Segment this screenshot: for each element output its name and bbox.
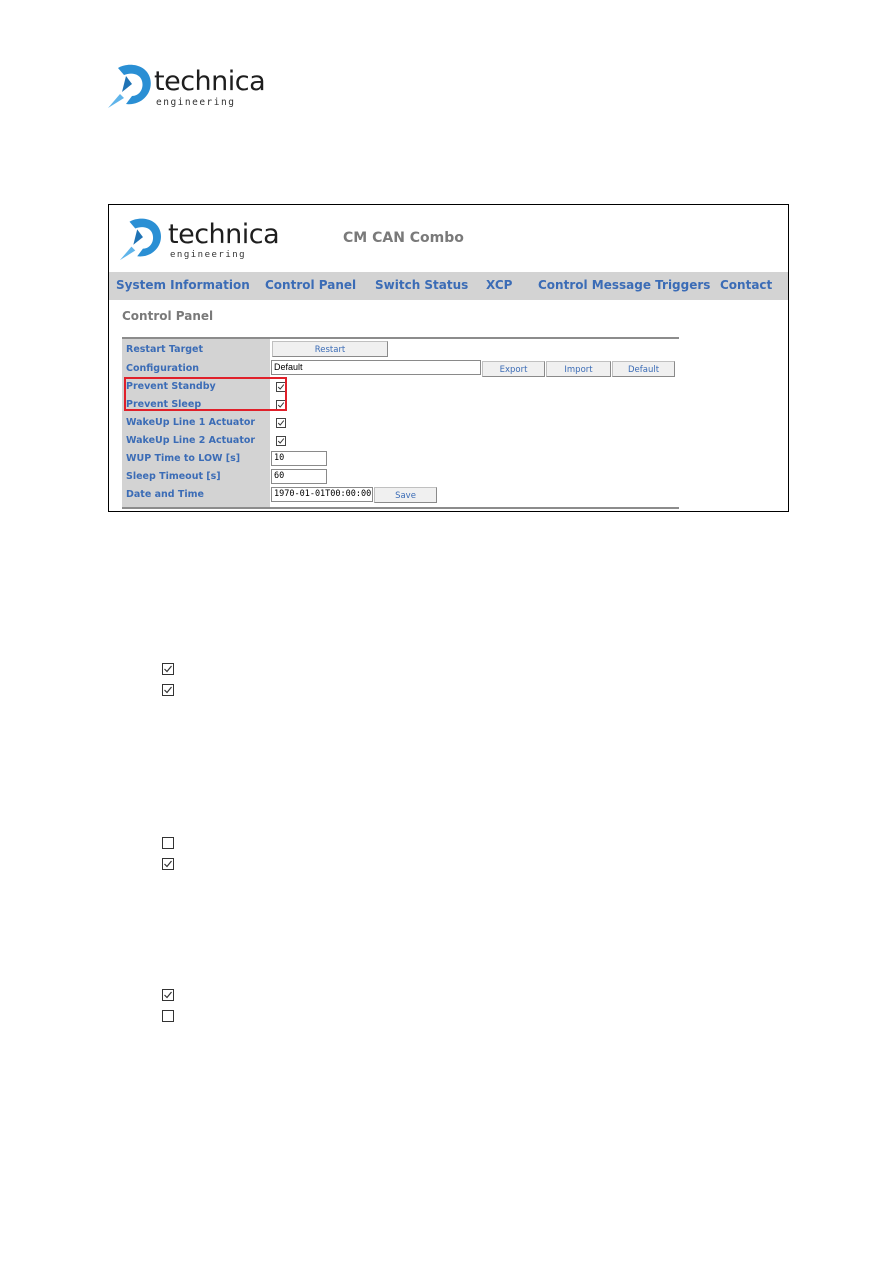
- import-button[interactable]: Import: [546, 361, 611, 377]
- label-wakeup-line-2: WakeUp Line 2 Actuator: [126, 435, 256, 446]
- label-restart-target: Restart Target: [126, 344, 204, 355]
- technica-logo-icon: [108, 64, 151, 108]
- label-prevent-sleep: Prevent Sleep: [126, 399, 202, 410]
- configuration-input[interactable]: Default: [271, 360, 481, 375]
- doc-checkbox[interactable]: [162, 684, 174, 696]
- checkmark-icon: [277, 402, 285, 408]
- app-title: CM CAN Combo: [343, 230, 464, 246]
- label-prevent-standby: Prevent Standby: [126, 381, 216, 392]
- nav-contact[interactable]: Contact: [720, 278, 772, 292]
- logo-wordmark: technica: [168, 219, 280, 250]
- checkmark-icon: [277, 438, 285, 444]
- logo-subtitle: engineering: [156, 97, 236, 108]
- logo-subtitle: engineering: [170, 250, 247, 260]
- label-wakeup-line-1: WakeUp Line 1 Actuator: [126, 417, 256, 428]
- export-button[interactable]: Export: [482, 361, 545, 377]
- label-date-time: Date and Time: [126, 489, 204, 500]
- technica-logo-icon: [119, 218, 161, 261]
- page-logo: technica engineering: [106, 62, 266, 112]
- wakeup-line-1-checkbox[interactable]: [276, 418, 286, 428]
- label-sleep-timeout: Sleep Timeout [s]: [126, 471, 221, 482]
- nav-switch-status[interactable]: Switch Status: [375, 278, 468, 292]
- save-button[interactable]: Save: [374, 487, 437, 503]
- nav-control-panel[interactable]: Control Panel: [265, 278, 356, 292]
- doc-checkbox[interactable]: [162, 858, 174, 870]
- restart-button[interactable]: Restart: [272, 341, 388, 357]
- default-button[interactable]: Default: [612, 361, 675, 377]
- wakeup-line-2-checkbox[interactable]: [276, 436, 286, 446]
- nav-system-information[interactable]: System Information: [116, 278, 250, 292]
- prevent-standby-checkbox[interactable]: [276, 382, 286, 392]
- doc-checkbox[interactable]: [162, 989, 174, 1001]
- doc-checkbox[interactable]: [162, 663, 174, 675]
- control-panel-table: Restart Target Restart Configuration Def…: [122, 337, 679, 509]
- checkmark-icon: [164, 665, 172, 673]
- checkmark-icon: [277, 420, 285, 426]
- prevent-sleep-checkbox[interactable]: [276, 400, 286, 410]
- main-nav: System Information Control Panel Switch …: [109, 272, 788, 300]
- sleep-timeout-input[interactable]: 60: [271, 469, 327, 484]
- nav-xcp[interactable]: XCP: [486, 278, 512, 292]
- wup-time-input[interactable]: 10: [271, 451, 327, 466]
- checkmark-icon: [277, 384, 285, 390]
- checkmark-icon: [164, 686, 172, 694]
- label-wup-time: WUP Time to LOW [s]: [126, 453, 241, 464]
- logo-wordmark: technica: [154, 66, 266, 97]
- checkmark-icon: [164, 991, 172, 999]
- nav-control-message-triggers[interactable]: Control Message Triggers: [538, 278, 710, 292]
- ui-screenshot-frame: technica engineering CM CAN Combo System…: [108, 204, 789, 512]
- checkmark-icon: [164, 860, 172, 868]
- section-title: Control Panel: [122, 309, 214, 323]
- doc-checkbox[interactable]: [162, 1010, 174, 1022]
- doc-checkbox[interactable]: [162, 837, 174, 849]
- label-configuration: Configuration: [126, 363, 200, 374]
- app-logo: technica engineering: [118, 213, 280, 265]
- date-time-input[interactable]: 1970-01-01T00:00:00: [271, 487, 373, 502]
